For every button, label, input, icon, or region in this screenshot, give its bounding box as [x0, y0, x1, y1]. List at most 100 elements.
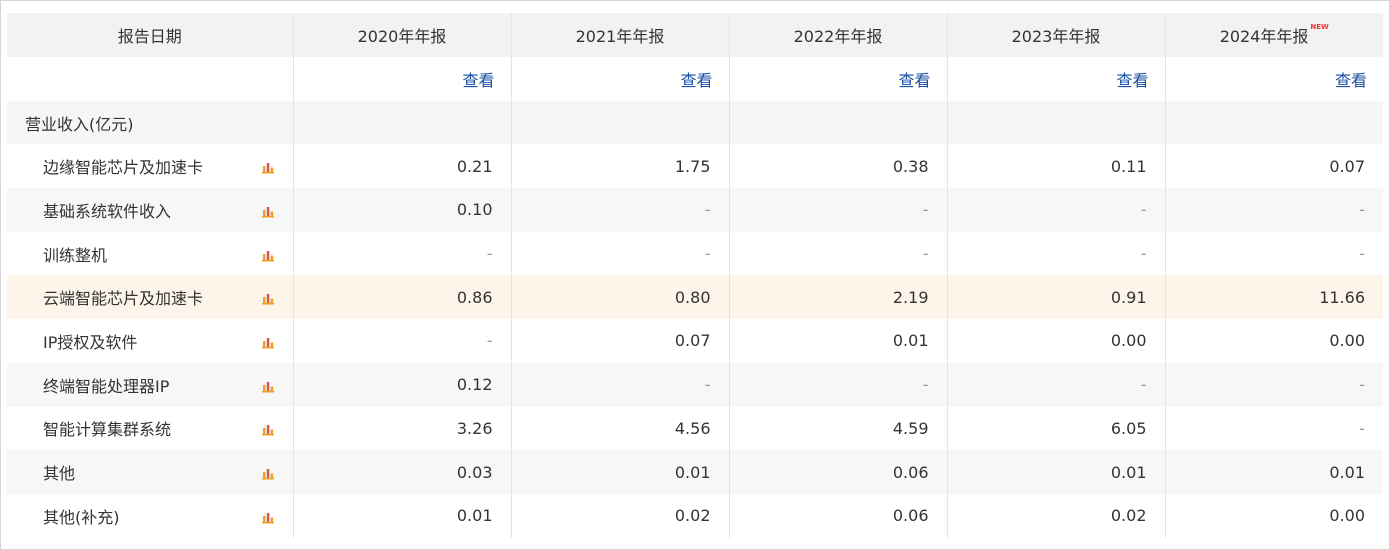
value-cell: 0.07 [511, 319, 730, 363]
value-cell: - [293, 319, 512, 363]
row-label-cell: 训练整机 [7, 231, 294, 276]
row-label: 基础系统软件收入 [43, 201, 172, 221]
value-cell: 0.10 [293, 188, 512, 232]
value-cell: 0.03 [293, 450, 512, 494]
row-label-cell: IP授权及软件 [7, 319, 294, 363]
value-cell: - [1165, 188, 1383, 232]
new-badge: NEW [1310, 23, 1329, 31]
value-cell: - [947, 231, 1166, 276]
table-row: 其他 0.03 0.01 0.06 0.01 0.01 [7, 450, 1383, 494]
row-label: IP授权及软件 [43, 332, 138, 352]
bar-chart-icon[interactable] [261, 290, 275, 305]
value-cell: 0.06 [729, 450, 948, 494]
view-link-2024[interactable]: 查看 [1335, 67, 1383, 91]
value-cell: 4.59 [729, 406, 948, 451]
row-label: 边缘智能芯片及加速卡 [43, 158, 204, 178]
value-cell: 0.00 [1165, 493, 1383, 538]
view-link-2022[interactable]: 查看 [898, 67, 946, 91]
table-row: IP授权及软件 -0.07 0.01 0.00 0.00 [7, 319, 1383, 363]
value-cell: - [511, 231, 730, 276]
view-link-2021[interactable]: 查看 [680, 67, 728, 91]
row-label: 云端智能芯片及加速卡 [43, 289, 204, 309]
section-cell [947, 100, 1166, 145]
section-title: 营业收入(亿元) [7, 100, 294, 145]
value-cell: 0.01 [511, 450, 730, 494]
value-cell: - [729, 362, 948, 407]
year-header-2024: 2024年年报 NEW [1165, 13, 1383, 57]
bar-chart-icon[interactable] [261, 378, 275, 393]
bar-chart-icon[interactable] [261, 203, 275, 218]
value-cell: 0.02 [511, 493, 730, 538]
view-links-row: 查看 查看 查看 查看 查看 [7, 57, 1383, 101]
value-cell: 3.26 [293, 406, 512, 451]
row-label-cell: 终端智能处理器IP [7, 362, 294, 407]
table-row: 终端智能处理器IP 0.12- - - - [7, 362, 1383, 407]
view-row-spacer [7, 57, 294, 101]
table-row: 智能计算集群系统 3.26 4.56 4.59 6.05- [7, 406, 1383, 451]
report-date-header: 报告日期 [7, 13, 294, 57]
value-cell: 0.38 [729, 144, 948, 189]
table-row: 边缘智能芯片及加速卡 0.21 1.75 0.38 0.11 0.07 [7, 144, 1383, 189]
revenue-table: 报告日期 2020年年报 2021年年报 2022年年报 2023年年报 202… [7, 13, 1383, 538]
value-cell: 0.00 [947, 319, 1166, 363]
value-cell: - [1165, 231, 1383, 276]
value-cell: 0.21 [293, 144, 512, 189]
value-cell: 0.01 [729, 319, 948, 363]
value-cell: - [1165, 362, 1383, 407]
year-header-2022: 2022年年报 [729, 13, 948, 57]
value-cell: 0.11 [947, 144, 1166, 189]
value-cell: 0.01 [947, 450, 1166, 494]
section-cell [293, 100, 512, 145]
value-cell: 0.80 [511, 275, 730, 320]
row-label-cell: 其他 [7, 450, 294, 494]
section-cell [729, 100, 948, 145]
value-cell: 4.56 [511, 406, 730, 451]
row-label-cell: 基础系统软件收入 [7, 188, 294, 232]
row-label-cell: 边缘智能芯片及加速卡 [7, 144, 294, 189]
value-cell: - [729, 231, 948, 276]
bar-chart-icon[interactable] [261, 465, 275, 480]
value-cell: 2.19 [729, 275, 948, 320]
value-cell: 0.12 [293, 362, 512, 407]
bar-chart-icon[interactable] [261, 159, 275, 174]
view-link-2020[interactable]: 查看 [462, 67, 510, 91]
table-frame: 报告日期 2020年年报 2021年年报 2022年年报 2023年年报 202… [0, 0, 1390, 550]
value-cell: 0.01 [1165, 450, 1383, 494]
bar-chart-icon[interactable] [261, 509, 275, 524]
year-header-2023: 2023年年报 [947, 13, 1166, 57]
value-cell: 0.00 [1165, 319, 1383, 363]
value-cell: 0.01 [293, 493, 512, 538]
year-header-2020: 2020年年报 [293, 13, 512, 57]
table-row: 其他(补充) 0.01 0.02 0.06 0.02 0.00 [7, 493, 1383, 538]
value-cell: 0.86 [293, 275, 512, 320]
row-label: 终端智能处理器IP [43, 376, 170, 396]
row-label: 训练整机 [43, 245, 108, 265]
table-row: 云端智能芯片及加速卡 0.86 0.80 2.19 0.91 11.66 [7, 275, 1383, 320]
bar-chart-icon[interactable] [261, 247, 275, 262]
value-cell: - [947, 188, 1166, 232]
table-row: 基础系统软件收入 0.10- - - - [7, 188, 1383, 232]
value-cell: 0.02 [947, 493, 1166, 538]
value-cell: - [293, 231, 512, 276]
value-cell: 1.75 [511, 144, 730, 189]
value-cell: - [511, 188, 730, 232]
header-row: 报告日期 2020年年报 2021年年报 2022年年报 2023年年报 202… [7, 13, 1383, 57]
row-label-cell: 云端智能芯片及加速卡 [7, 275, 294, 320]
section-cell [511, 100, 730, 145]
value-cell: 0.06 [729, 493, 948, 538]
bar-chart-icon[interactable] [261, 334, 275, 349]
view-link-2023[interactable]: 查看 [1116, 67, 1164, 91]
row-label: 其他(补充) [43, 507, 120, 527]
value-cell: 6.05 [947, 406, 1166, 451]
bar-chart-icon[interactable] [261, 421, 275, 436]
value-cell: - [947, 362, 1166, 407]
value-cell: - [1165, 406, 1383, 451]
section-cell [1165, 100, 1383, 145]
value-cell: 0.07 [1165, 144, 1383, 189]
table-row: 训练整机 - - - - - [7, 231, 1383, 276]
row-label: 其他 [43, 464, 76, 484]
row-label-cell: 智能计算集群系统 [7, 406, 294, 451]
value-cell: 11.66 [1165, 275, 1383, 320]
section-row: 营业收入(亿元) [7, 100, 1383, 145]
year-header-2021: 2021年年报 [511, 13, 730, 57]
